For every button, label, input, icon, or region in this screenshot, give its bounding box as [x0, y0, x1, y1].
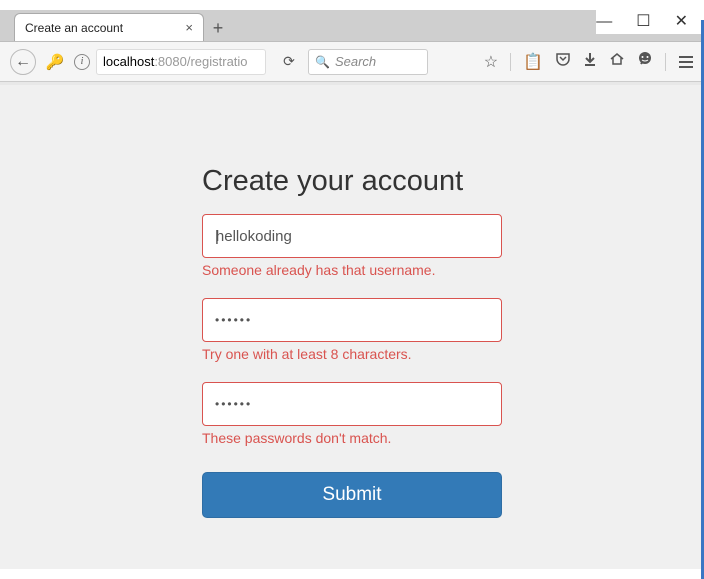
- registration-form: Create your account hellokoding Someone …: [202, 165, 502, 569]
- username-error: Someone already has that username.: [202, 262, 502, 278]
- pocket-icon[interactable]: [555, 51, 571, 72]
- toolbar: ← 🔑 i localhost:8080/registratio ⟳ 🔍 Sea…: [0, 42, 704, 82]
- library-icon[interactable]: 📋: [523, 52, 543, 72]
- page-content: Create your account hellokoding Someone …: [0, 85, 704, 569]
- password-input[interactable]: ••••••: [202, 298, 502, 342]
- url-bar[interactable]: localhost:8080/registratio: [96, 49, 266, 75]
- toolbar-divider: [510, 53, 511, 71]
- window-controls: — ☐ ✕: [596, 10, 704, 34]
- info-icon[interactable]: i: [74, 54, 90, 70]
- toolbar-divider: [665, 53, 666, 71]
- submit-button[interactable]: Submit: [202, 472, 502, 518]
- close-window-button[interactable]: ✕: [675, 14, 688, 30]
- page-title: Create your account: [202, 165, 502, 198]
- minimize-button[interactable]: —: [596, 14, 612, 30]
- password-value: ••••••: [215, 313, 252, 327]
- chat-icon[interactable]: [637, 51, 653, 72]
- tab-title: Create an account: [25, 21, 123, 35]
- new-tab-button[interactable]: +: [204, 15, 232, 41]
- hamburger-menu-icon[interactable]: [678, 55, 694, 69]
- confirm-password-value: ••••••: [215, 397, 252, 411]
- password-error: Try one with at least 8 characters.: [202, 346, 502, 362]
- search-placeholder: Search: [335, 54, 376, 69]
- maximize-button[interactable]: ☐: [636, 14, 650, 30]
- confirm-password-input[interactable]: ••••••: [202, 382, 502, 426]
- key-icon[interactable]: 🔑: [42, 49, 68, 75]
- reload-button[interactable]: ⟳: [276, 49, 302, 75]
- search-input[interactable]: 🔍 Search: [308, 49, 428, 75]
- username-input[interactable]: hellokoding: [202, 214, 502, 258]
- username-value: hellokoding: [215, 228, 292, 245]
- search-icon: 🔍: [315, 55, 330, 69]
- browser-tab[interactable]: Create an account ×: [14, 13, 204, 41]
- confirm-password-error: These passwords don't match.: [202, 430, 502, 446]
- url-path: :8080/registratio: [154, 54, 247, 69]
- back-button[interactable]: ←: [10, 49, 36, 75]
- bookmark-star-icon[interactable]: ☆: [484, 52, 498, 72]
- downloads-icon[interactable]: [583, 52, 597, 71]
- tab-close-button[interactable]: ×: [185, 20, 193, 35]
- url-host: localhost: [103, 54, 154, 69]
- home-icon[interactable]: [609, 51, 625, 72]
